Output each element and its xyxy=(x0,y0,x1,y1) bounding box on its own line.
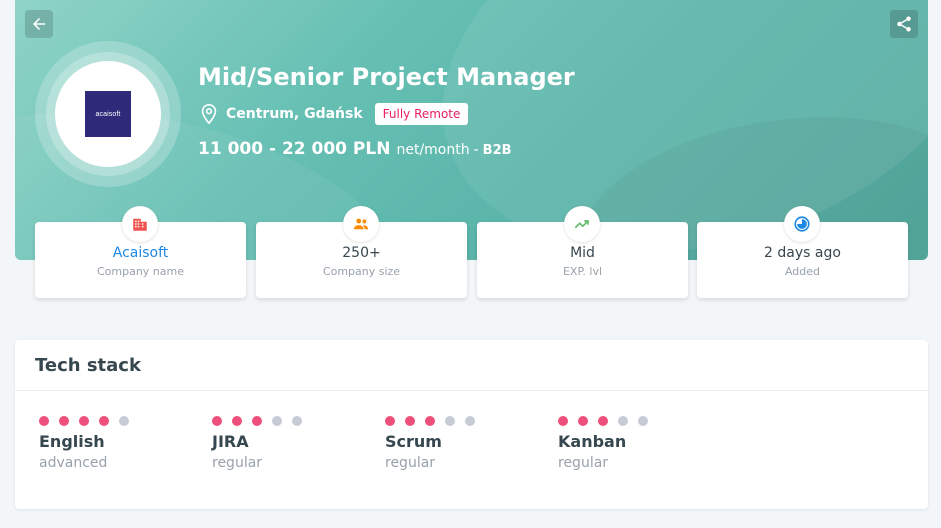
rating-dot-filled xyxy=(598,416,608,426)
arrow-left-icon xyxy=(33,18,45,30)
company-name-card: Acaisoft Company name xyxy=(35,206,246,298)
salary-range: 11 000 - 22 000 PLN xyxy=(198,139,391,159)
map-pin-icon xyxy=(201,104,217,125)
experience-level-card: Mid EXP. lvl xyxy=(477,206,688,298)
skill-rating xyxy=(39,416,185,426)
skill-item: JIRA regular xyxy=(208,416,358,471)
divider xyxy=(15,390,928,391)
salary-unit: net/month xyxy=(396,142,470,158)
rating-dot-filled xyxy=(425,416,435,426)
skill-rating xyxy=(385,416,531,426)
rating-dot-filled xyxy=(252,416,262,426)
experience-level-value: Mid xyxy=(570,245,595,261)
company-logo-mark: acaisoft xyxy=(85,91,131,137)
company-size-card: 250+ Company size xyxy=(256,206,467,298)
salary-separator: - xyxy=(473,142,479,158)
skill-item: English advanced xyxy=(35,416,185,471)
skill-level: regular xyxy=(558,455,609,471)
salary-row: 11 000 - 22 000 PLN net/month - B2B xyxy=(198,139,512,159)
rating-dot-empty xyxy=(465,416,475,426)
skill-level: regular xyxy=(385,455,436,471)
logo-text: acaisoft xyxy=(95,110,121,118)
skill-rating xyxy=(558,416,704,426)
rating-dot-empty xyxy=(119,416,129,426)
company-name-link[interactable]: Acaisoft xyxy=(35,245,246,261)
building-icon xyxy=(133,218,147,231)
skill-name: Scrum xyxy=(385,432,442,451)
rating-dot-filled xyxy=(578,416,588,426)
job-location: Centrum, Gdańsk xyxy=(226,106,363,122)
added-date-value: 2 days ago xyxy=(764,245,841,261)
remote-badge: Fully Remote xyxy=(374,103,469,125)
rating-dot-filled xyxy=(385,416,395,426)
trend-up-icon xyxy=(574,220,589,229)
company-size-value: 250+ xyxy=(342,245,381,261)
rating-dot-filled xyxy=(232,416,242,426)
location-row: Centrum, Gdańsk Fully Remote xyxy=(198,103,469,125)
skill-item: Scrum regular xyxy=(381,416,531,471)
rating-dot-filled xyxy=(405,416,415,426)
company-logo: acaisoft xyxy=(35,41,181,187)
added-date-card: 2 days ago Added xyxy=(697,206,908,298)
skill-item: Kanban regular xyxy=(554,416,704,471)
people-icon xyxy=(353,218,369,230)
rating-dot-empty xyxy=(292,416,302,426)
rating-dot-filled xyxy=(212,416,222,426)
rating-dot-filled xyxy=(39,416,49,426)
rating-dot-filled xyxy=(558,416,568,426)
rating-dot-filled xyxy=(99,416,109,426)
clock-icon xyxy=(794,216,810,232)
rating-dot-empty xyxy=(638,416,648,426)
skill-name: Kanban xyxy=(558,432,627,451)
company-name-label: Company name xyxy=(96,265,185,278)
skill-level: advanced xyxy=(39,455,108,471)
rating-dot-empty xyxy=(272,416,282,426)
share-icon xyxy=(897,16,911,32)
rating-dot-empty xyxy=(618,416,628,426)
experience-level-label: EXP. lvl xyxy=(562,265,603,278)
rating-dot-filled xyxy=(59,416,69,426)
contract-type: B2B xyxy=(482,143,512,158)
skill-level: regular xyxy=(212,455,263,471)
skill-rating xyxy=(212,416,358,426)
rating-dot-empty xyxy=(445,416,455,426)
back-button[interactable] xyxy=(25,10,53,38)
skill-name: English xyxy=(39,432,105,451)
company-size-label: Company size xyxy=(322,265,401,278)
job-title: Mid/Senior Project Manager xyxy=(198,63,575,91)
job-info-cards: Acaisoft Company name 250+ Company size … xyxy=(35,206,908,298)
skill-name: JIRA xyxy=(212,432,249,451)
share-button[interactable] xyxy=(890,10,918,38)
tech-stack-section: Tech stack English advanced JIRA regular… xyxy=(15,340,928,509)
tech-stack-title: Tech stack xyxy=(35,355,141,376)
added-date-label: Added xyxy=(784,265,821,278)
rating-dot-filled xyxy=(79,416,89,426)
